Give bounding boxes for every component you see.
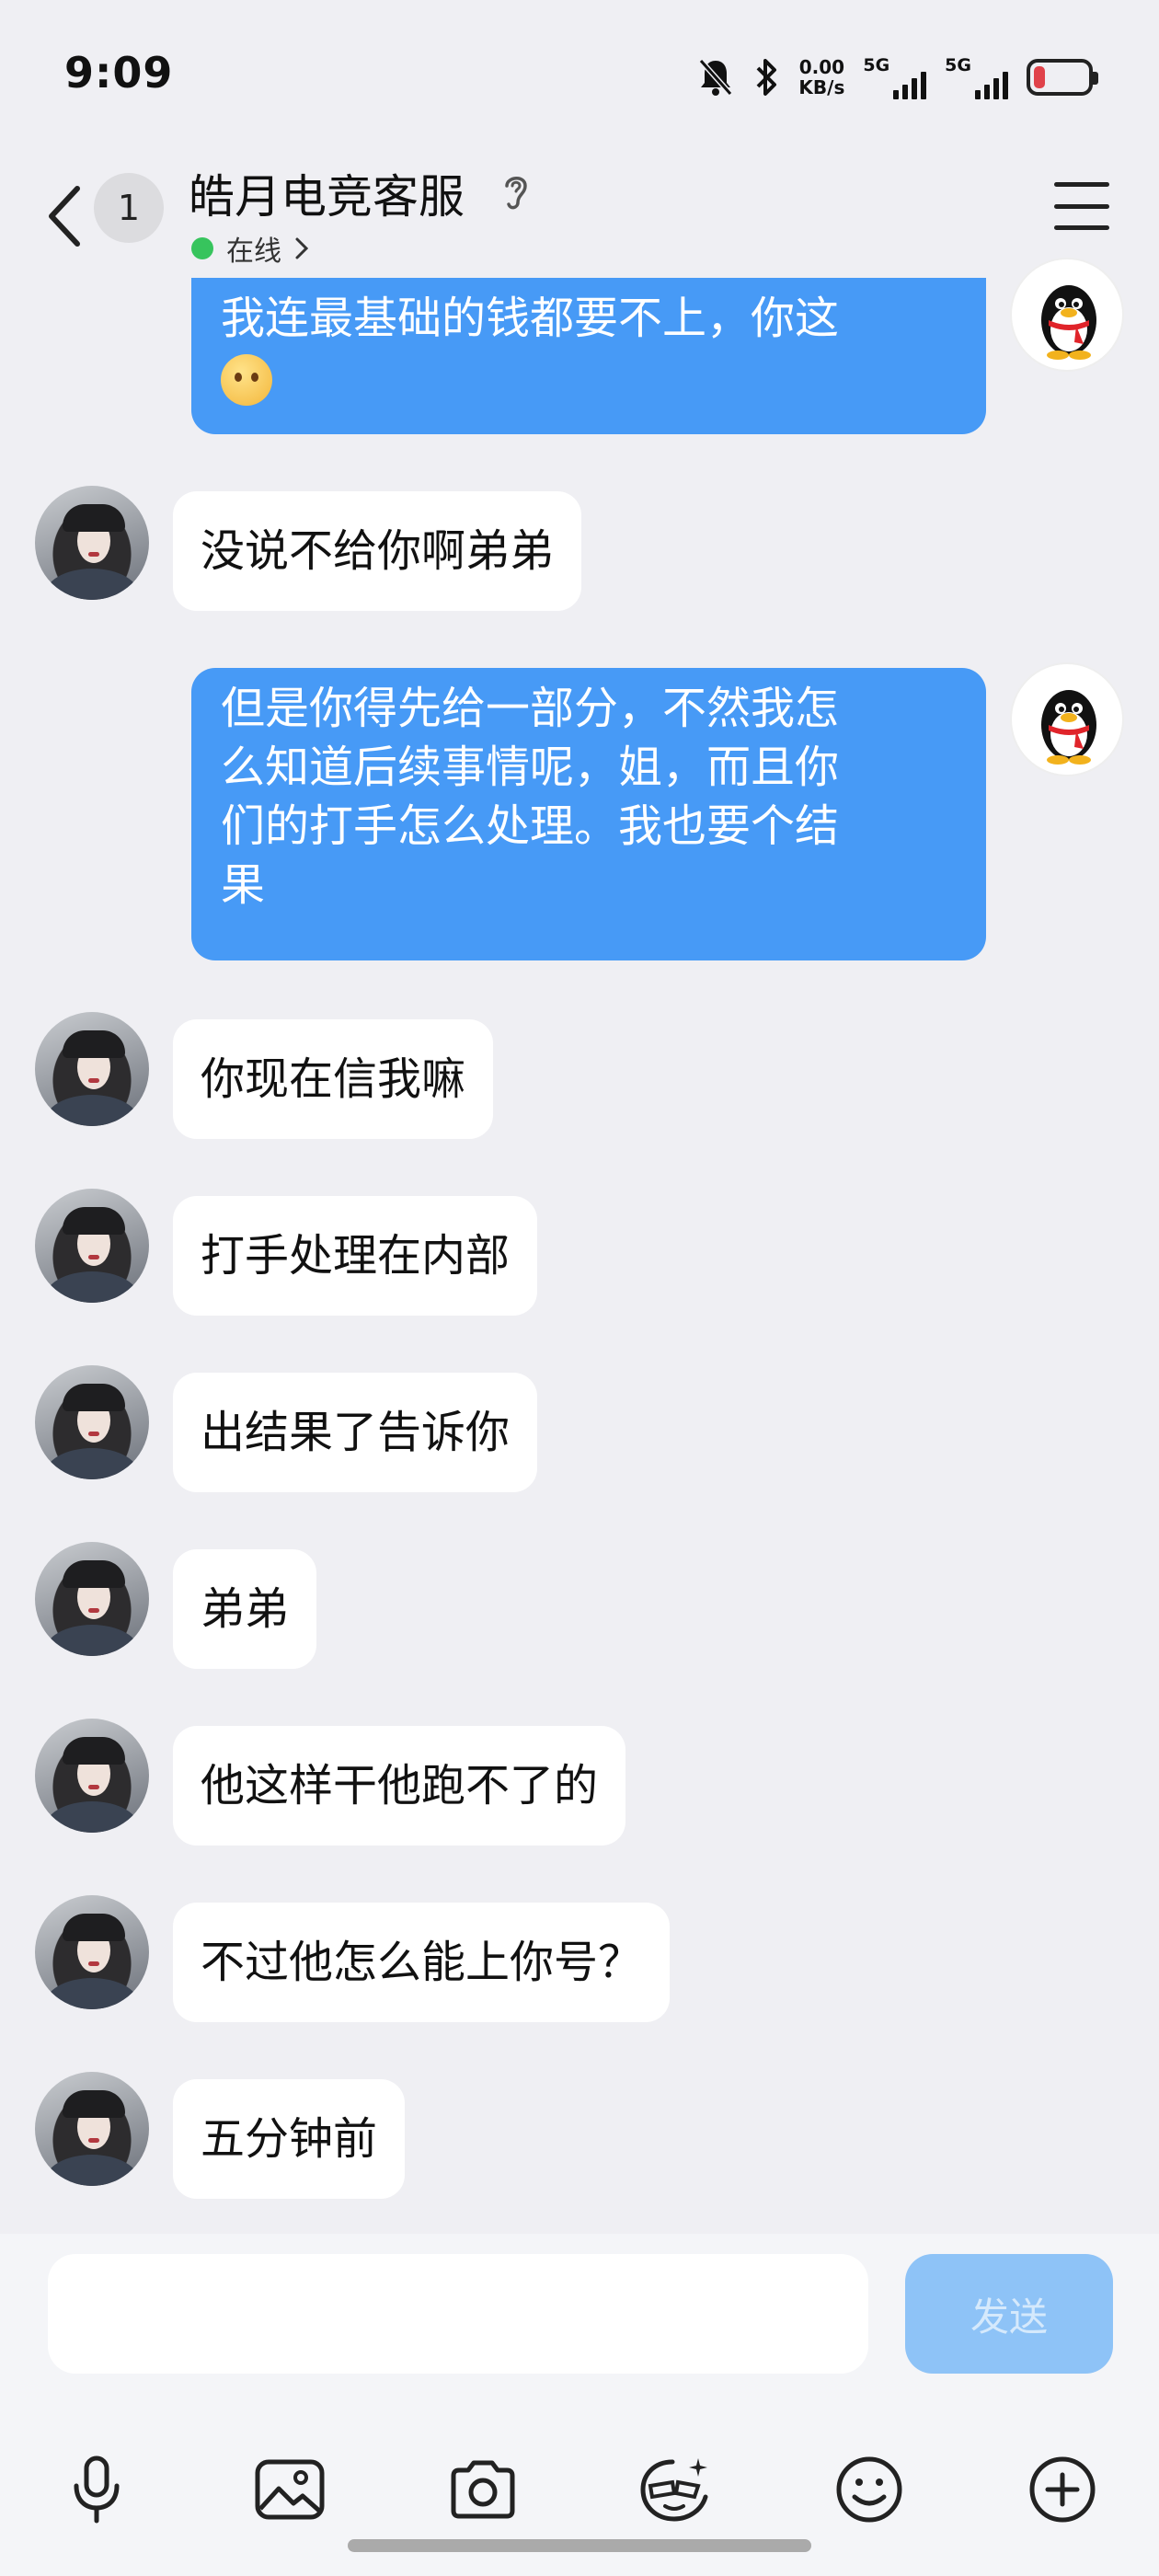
signal-bars-icon (893, 72, 927, 99)
net-label-2: 5G (945, 55, 971, 75)
message-bubble-incoming[interactable]: 打手处理在内部 (173, 1196, 538, 1316)
contact-avatar[interactable] (35, 1719, 149, 1833)
signal-bars-icon (975, 72, 1008, 99)
message-text: 出结果了告诉你 (201, 1407, 511, 1458)
voice-button[interactable] (55, 2448, 138, 2531)
contact-avatar[interactable] (35, 1189, 149, 1303)
camera-button[interactable] (442, 2448, 524, 2531)
send-button[interactable]: 发送 (905, 2254, 1113, 2374)
network-speed: 0.00 KB/s (798, 57, 844, 98)
message-line: 果 (221, 859, 266, 911)
plus-icon (1029, 2456, 1096, 2523)
message-bubble-incoming[interactable]: 出结果了告诉你 (173, 1373, 538, 1492)
menu-button[interactable] (1054, 182, 1109, 230)
message-bubble-incoming[interactable]: 没说不给你啊弟弟 (173, 491, 582, 611)
chat-title: 皓月电竞客服 (189, 170, 465, 224)
menu-line (1054, 182, 1109, 187)
menu-line (1054, 203, 1109, 209)
contact-avatar[interactable] (35, 1012, 149, 1126)
message-text: 你现在信我嘛 (201, 1053, 466, 1105)
more-button[interactable] (1021, 2448, 1104, 2531)
qq-penguin-icon (1041, 285, 1096, 360)
mute-bell-icon (699, 59, 733, 96)
contact-avatar[interactable] (35, 486, 149, 600)
chevron-right-icon (295, 237, 309, 259)
contact-avatar[interactable] (35, 1542, 149, 1656)
self-avatar[interactable] (1010, 258, 1124, 372)
home-indicator[interactable] (348, 2539, 811, 2552)
net-label-1: 5G (863, 55, 890, 75)
contact-avatar[interactable] (35, 1365, 149, 1479)
microphone-icon (74, 2455, 120, 2524)
message-text: 不过他怎么能上你号？ (201, 1937, 643, 1988)
image-icon (255, 2459, 325, 2520)
signal-1: 5G (863, 55, 927, 99)
back-button[interactable] (37, 175, 92, 258)
ear-icon[interactable] (499, 169, 533, 213)
online-dot (191, 237, 213, 259)
emoji-icon (836, 2456, 902, 2523)
message-bubble-outgoing[interactable]: 但是你得先给一部分，不然我怎 么知道后续事情呢，姐，而且你 们的打手怎么处理。我… (191, 668, 986, 960)
image-button[interactable] (248, 2448, 331, 2531)
menu-line (1054, 225, 1109, 230)
message-line: 们的打手怎么处理。我也要个结 (221, 800, 840, 852)
message-text: 他这样干他跑不了的 (201, 1760, 599, 1811)
chevron-left-icon (49, 186, 80, 247)
message-bubble-outgoing[interactable]: 我连最基础的钱都要不上，你这 (191, 278, 986, 434)
status-bar: 9:09 0.00 KB/s 5G 5G (0, 0, 1159, 147)
battery-icon (1027, 59, 1098, 96)
input-bar: 发送 (0, 2234, 1159, 2576)
message-bubble-incoming[interactable]: 他这样干他跑不了的 (173, 1726, 626, 1846)
camera-icon (451, 2460, 515, 2519)
status-time: 9:09 (64, 48, 174, 98)
sticker-button[interactable] (635, 2448, 717, 2531)
message-text: 我连最基础的钱都要不上，你这 (221, 293, 840, 344)
message-input[interactable] (48, 2254, 868, 2374)
online-status-label: 在线 (226, 236, 281, 268)
face-emoji-icon (221, 354, 272, 406)
message-bubble-incoming[interactable]: 你现在信我嘛 (173, 1019, 494, 1139)
speed-value: 0.00 (798, 56, 845, 78)
toolbar (37, 2434, 1122, 2545)
message-text: 五分钟前 (201, 2113, 378, 2165)
qq-penguin-icon (1041, 690, 1096, 765)
unread-count-badge[interactable]: 1 (94, 173, 164, 243)
message-bubble-incoming[interactable]: 弟弟 (173, 1549, 317, 1669)
signal-2: 5G (945, 55, 1008, 99)
message-bubble-incoming[interactable]: 五分钟前 (173, 2079, 406, 2199)
message-text: 弟弟 (201, 1583, 290, 1635)
contact-avatar[interactable] (35, 1895, 149, 2009)
message-line: 但是你得先给一部分，不然我怎 (221, 683, 840, 734)
status-icons: 0.00 KB/s 5G 5G (697, 52, 1098, 103)
message-text: 打手处理在内部 (201, 1230, 511, 1282)
chat-screen: 9:09 0.00 KB/s 5G 5G 1 皓月电竞客服 在线 我连最基础的钱… (0, 0, 1159, 2576)
emoji-button[interactable] (828, 2448, 911, 2531)
message-bubble-incoming[interactable]: 不过他怎么能上你号？ (173, 1903, 671, 2022)
bluetooth-icon (756, 59, 777, 96)
self-avatar[interactable] (1010, 662, 1124, 776)
message-line: 么知道后续事情呢，姐，而且你 (221, 742, 840, 793)
sticker-icon (640, 2458, 708, 2522)
online-status[interactable]: 在线 (191, 228, 309, 269)
speed-unit: KB/s (798, 76, 845, 98)
message-text: 没说不给你啊弟弟 (201, 525, 555, 577)
contact-avatar[interactable] (35, 2072, 149, 2186)
